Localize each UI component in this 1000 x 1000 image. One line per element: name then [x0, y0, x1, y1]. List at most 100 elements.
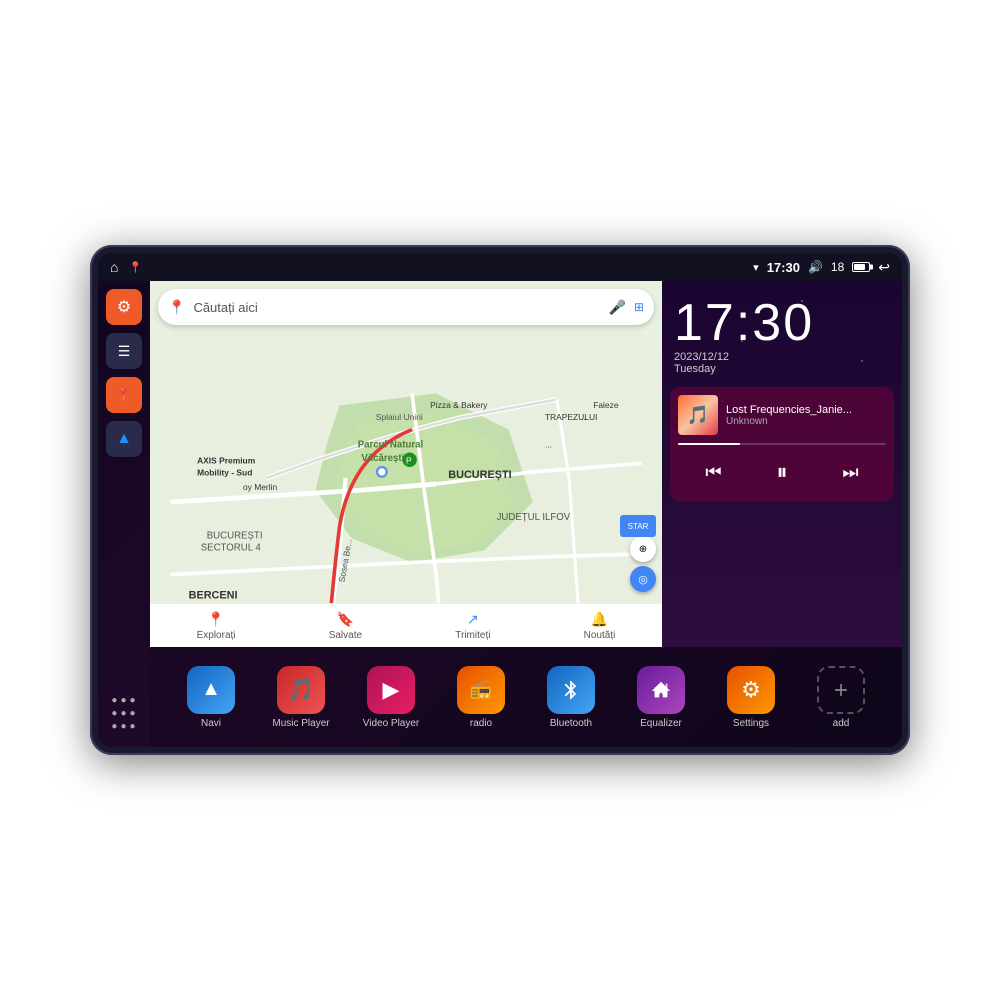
news-icon: 🔔: [591, 611, 608, 628]
map-search-bar[interactable]: 📍 Căutați aici 🎤 ⊞: [158, 289, 654, 325]
time-display: 17:30: [674, 297, 890, 349]
svg-text:...: ...: [545, 440, 552, 450]
navi-icon: ▲: [187, 666, 235, 714]
time-section: 17:30 2023/12/12 Tuesday: [662, 281, 902, 383]
track-name: Lost Frequencies_Janie...: [726, 404, 886, 416]
home-icon[interactable]: ⌂: [110, 259, 118, 275]
svg-text:Pizza & Bakery: Pizza & Bakery: [430, 400, 488, 410]
map-bottom-saved[interactable]: 🔖 Salvate: [329, 611, 362, 641]
sidebar-btn-apps[interactable]: ●●● ●●● ●●●: [106, 695, 142, 731]
sidebar: ⚙ ☰ 📍 ▲ ●●● ●●● ●●●: [98, 281, 150, 747]
map-location-button[interactable]: ⊕: [630, 536, 656, 562]
settings-label: Settings: [733, 718, 769, 729]
right-panel: 17:30 2023/12/12 Tuesday 🎵: [662, 281, 902, 647]
explore-icon: 📍: [207, 611, 224, 628]
music-progress-fill: [678, 443, 740, 445]
app-equalizer[interactable]: Equalizer: [631, 666, 691, 729]
app-add[interactable]: add: [811, 666, 871, 729]
next-button[interactable]: ⏭: [834, 458, 866, 487]
map-background: Parcul Natural Văcărești BUCUREȘTI JUDEȚ…: [150, 333, 662, 647]
map-bottom-explore[interactable]: 📍 Explorați: [197, 611, 236, 641]
map-bottom-news[interactable]: 🔔 Noutăți: [584, 611, 616, 641]
prev-button[interactable]: ⏮: [697, 458, 729, 487]
map-panel[interactable]: 📍 Căutați aici 🎤 ⊞: [150, 281, 662, 647]
map-bottom-send[interactable]: ↗ Trimiteți: [455, 611, 490, 641]
files-icon: ☰: [118, 343, 131, 360]
music-progress-bar[interactable]: [678, 443, 886, 445]
radio-icon: 📻: [457, 666, 505, 714]
track-artist: Unknown: [726, 416, 886, 427]
app-radio[interactable]: 📻 radio: [451, 666, 511, 729]
explore-label: Explorați: [197, 630, 236, 641]
svg-text:Mobility - Sud: Mobility - Sud: [197, 468, 252, 478]
app-video-player[interactable]: ▶ Video Player: [361, 666, 421, 729]
map-status-icon[interactable]: 📍: [128, 261, 142, 274]
svg-text:JUDEȚUL ILFOV: JUDEȚUL ILFOV: [497, 512, 571, 523]
video-label: Video Player: [363, 718, 420, 729]
svg-text:Parcul Natural: Parcul Natural: [358, 440, 423, 451]
nav-icon: ▲: [116, 430, 132, 448]
bluetooth-icon: [547, 666, 595, 714]
top-panels: 📍 Căutați aici 🎤 ⊞: [150, 281, 902, 647]
star-button[interactable]: STAR: [620, 515, 656, 537]
day-value: Tuesday: [674, 363, 716, 375]
map-bottom-bar: 📍 Explorați 🔖 Salvate ↗ Trimiteți: [150, 603, 662, 647]
map-svg: Parcul Natural Văcărești BUCUREȘTI JUDEȚ…: [150, 333, 662, 647]
send-label: Trimiteți: [455, 630, 490, 641]
add-icon: [817, 666, 865, 714]
svg-text:Faleze: Faleze: [593, 400, 619, 410]
apps-grid-icon: ●●● ●●● ●●●: [111, 695, 136, 732]
album-art: 🎵: [678, 395, 718, 435]
svg-text:Splaiul Unirii: Splaiul Unirii: [376, 412, 423, 422]
track-details: Lost Frequencies_Janie... Unknown: [726, 404, 886, 427]
content-area: 📍 Căutați aici 🎤 ⊞: [150, 281, 902, 747]
layers-icon[interactable]: ⊞: [634, 300, 644, 314]
svg-text:BUCUREȘTI: BUCUREȘTI: [207, 530, 263, 541]
app-navi[interactable]: ▲ Navi: [181, 666, 241, 729]
sidebar-btn-nav[interactable]: ▲: [106, 421, 142, 457]
sidebar-btn-files[interactable]: ☰: [106, 333, 142, 369]
sidebar-btn-maps[interactable]: 📍: [106, 377, 142, 413]
settings-icon: ⚙: [117, 297, 131, 317]
radio-label: radio: [470, 718, 492, 729]
device-screen: ⌂ 📍 ▾ 17:30 🔊 18 ↩ ⚙ ☰: [98, 253, 902, 747]
google-maps-icon: 📍: [168, 299, 185, 316]
car-display-device: ⌂ 📍 ▾ 17:30 🔊 18 ↩ ⚙ ☰: [90, 245, 910, 755]
bluetooth-label: Bluetooth: [550, 718, 592, 729]
music-icon: 🎵: [277, 666, 325, 714]
date-value: 2023/12/12: [674, 351, 729, 363]
news-label: Noutăți: [584, 630, 616, 641]
app-grid: ▲ Navi 🎵 Music Player ▶ Vi: [150, 647, 902, 747]
battery-level: 18: [831, 260, 844, 274]
music-section: 🎵 Lost Frequencies_Janie... Unknown: [670, 387, 894, 501]
svg-text:BUCUREȘTI: BUCUREȘTI: [448, 469, 511, 481]
date-display: 2023/12/12 Tuesday: [674, 351, 890, 375]
sidebar-btn-settings[interactable]: ⚙: [106, 289, 142, 325]
svg-text:oy Merlin: oy Merlin: [243, 482, 278, 492]
svg-text:P: P: [406, 455, 412, 465]
status-time: 17:30: [767, 260, 800, 275]
equalizer-label: Equalizer: [640, 718, 682, 729]
mic-icon[interactable]: 🎤: [609, 299, 626, 316]
svg-text:...: ...: [581, 412, 588, 422]
navi-label: Navi: [201, 718, 221, 729]
settings-app-icon: ⚙: [727, 666, 775, 714]
play-pause-button[interactable]: ⏸: [768, 455, 795, 489]
app-music-player[interactable]: 🎵 Music Player: [271, 666, 331, 729]
saved-icon: 🔖: [337, 611, 354, 628]
equalizer-icon: [637, 666, 685, 714]
svg-text:SECTORUL 4: SECTORUL 4: [201, 542, 262, 553]
music-controls: ⏮ ⏸ ⏭: [678, 451, 886, 493]
video-icon: ▶: [367, 666, 415, 714]
send-icon: ↗: [467, 611, 479, 628]
music-track-info: 🎵 Lost Frequencies_Janie... Unknown: [678, 395, 886, 435]
svg-text:AXIS Premium: AXIS Premium: [197, 455, 255, 465]
add-label: add: [833, 718, 850, 729]
music-label: Music Player: [272, 718, 329, 729]
app-bluetooth[interactable]: Bluetooth: [541, 666, 601, 729]
map-navigate-button[interactable]: ◎: [630, 566, 656, 592]
volume-icon: 🔊: [808, 260, 823, 274]
back-icon[interactable]: ↩: [878, 259, 890, 276]
battery-icon: [852, 262, 870, 272]
app-settings[interactable]: ⚙ Settings: [721, 666, 781, 729]
